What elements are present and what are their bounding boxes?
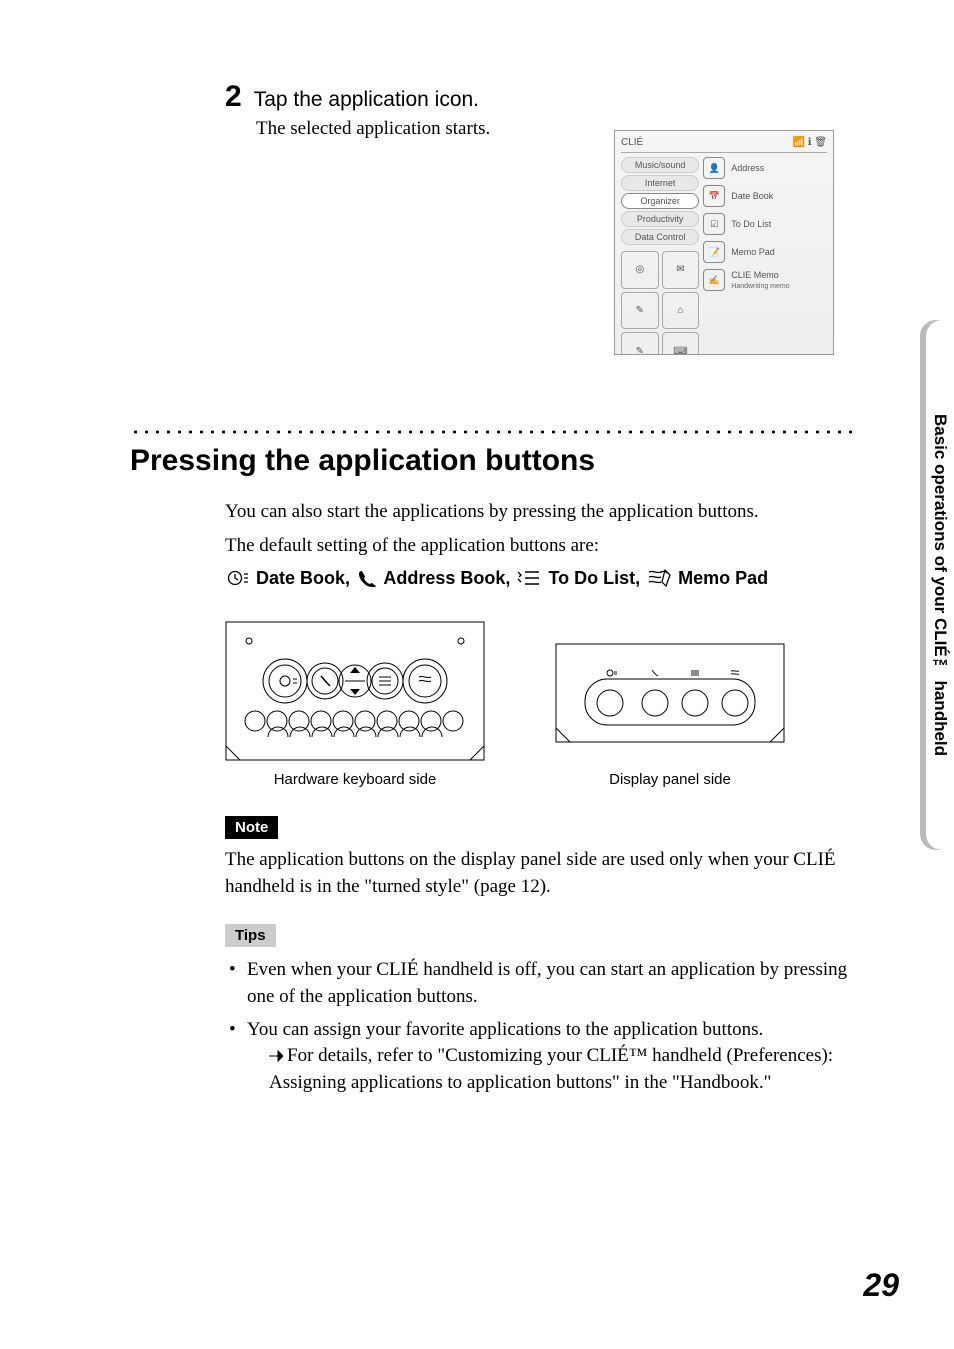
side-tab-label: Basic operations of your CLIÉ™ handheld	[930, 414, 950, 756]
app-label-todo: To Do List	[731, 219, 771, 229]
defaults-memopad: Memo Pad	[678, 568, 768, 588]
figures-row: Hardware keyboard side Dis	[225, 621, 854, 788]
screenshot-brand: CLIÉ	[621, 137, 643, 148]
app-sub-cliememo: Handwriting memo	[731, 283, 789, 290]
sp-icon-1: ◎	[621, 251, 659, 289]
cat-organizer: Organizer	[621, 193, 699, 209]
app-label-cliememo: CLIE Memo	[731, 270, 779, 280]
app-icon-memopad: 📝	[703, 241, 725, 263]
sp-icon-4: ⌂	[662, 292, 700, 330]
intro-1: You can also start the applications by p…	[225, 498, 854, 526]
section-heading: Pressing the application buttons	[130, 444, 854, 478]
step-title: Tap the application icon.	[254, 88, 479, 112]
step-row: 2 Tap the application icon.	[225, 80, 854, 114]
tips-list: Even when your CLIÉ handheld is off, you…	[225, 957, 854, 1096]
dotted-divider	[130, 430, 854, 434]
cat-datacontrol: Data Control	[621, 229, 699, 245]
tip-2-detail-text: For details, refer to "Customizing your …	[269, 1045, 833, 1093]
sp-icon-2: ✉	[662, 251, 700, 289]
datebook-icon	[227, 568, 249, 594]
step-number: 2	[225, 80, 242, 114]
arrow-right-icon	[269, 1044, 283, 1071]
figure-display-panel: Display panel side	[555, 643, 785, 788]
intro-2: The default setting of the application b…	[225, 532, 854, 560]
caption-hardware-keyboard: Hardware keyboard side	[225, 771, 485, 788]
page-number: 29	[863, 1267, 899, 1304]
addressbook-icon	[357, 568, 377, 595]
app-icon-cliememo: ✍	[703, 269, 725, 291]
tips-label: Tips	[225, 924, 276, 947]
todolist-icon	[517, 568, 541, 594]
defaults-addressbook: Address Book	[383, 568, 505, 588]
caption-display-panel: Display panel side	[555, 771, 785, 788]
device-screenshot: CLIÉ 📶 ℹ 🗑 Music/sound Internet Organize…	[614, 130, 834, 355]
app-label-datebook: Date Book	[731, 191, 773, 201]
cat-musicsound: Music/sound	[621, 157, 699, 173]
body-block: You can also start the applications by p…	[225, 498, 854, 591]
defaults-datebook: Date Book	[256, 568, 345, 588]
defaults-line: Date Book, Address Book, To Do List, Mem…	[225, 565, 854, 591]
tip-2: You can assign your favorite application…	[225, 1017, 854, 1097]
memopad-icon	[647, 568, 671, 595]
sp-icon-3: ✎	[621, 292, 659, 330]
figure-hardware-keyboard: Hardware keyboard side	[225, 621, 485, 788]
side-tab: Basic operations of your CLIÉ™ handheld	[916, 320, 954, 850]
cat-productivity: Productivity	[621, 211, 699, 227]
sp-icon-6: ⌨	[662, 332, 700, 355]
screenshot-status-icons: 📶 ℹ 🗑	[792, 137, 827, 148]
cat-internet: Internet	[621, 175, 699, 191]
app-icon-address: 👤	[703, 157, 725, 179]
tip-2-detail: For details, refer to "Customizing your …	[247, 1043, 854, 1097]
note-text: The application buttons on the display p…	[225, 847, 854, 900]
page-content: 2 Tap the application icon. The selected…	[0, 0, 954, 1349]
app-icon-todo: ☑	[703, 213, 725, 235]
tip-2-text: You can assign your favorite application…	[247, 1019, 763, 1040]
app-label-address: Address	[731, 163, 764, 173]
app-label-memopad: Memo Pad	[731, 247, 775, 257]
defaults-todolist: To Do List	[548, 568, 635, 588]
tip-1: Even when your CLIÉ handheld is off, you…	[225, 957, 854, 1010]
note-label: Note	[225, 816, 278, 839]
app-icon-datebook: 📅	[703, 185, 725, 207]
sp-icon-5: ✎	[621, 332, 659, 355]
